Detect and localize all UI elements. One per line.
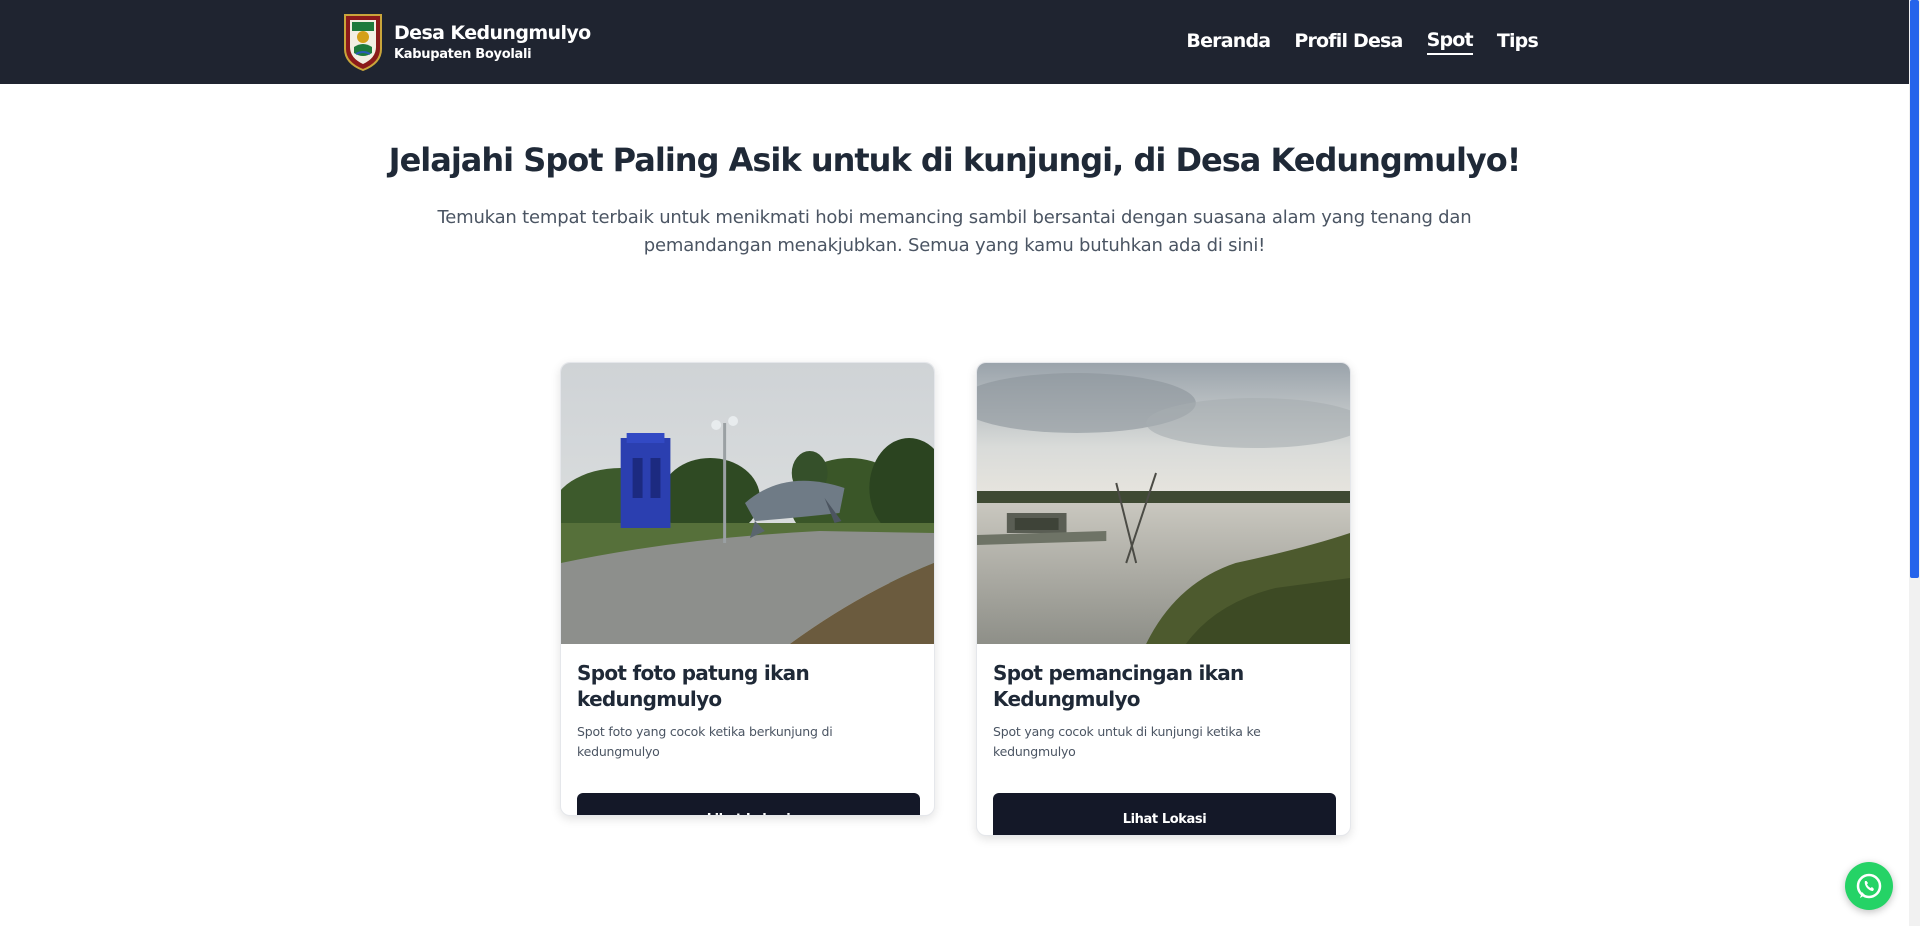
- nav-link-profil-desa[interactable]: Profil Desa: [1294, 30, 1403, 54]
- main-nav: Beranda Profil Desa Spot Tips: [1186, 29, 1539, 55]
- nav-link-tips[interactable]: Tips: [1497, 30, 1539, 54]
- card-title: Spot foto patung ikan kedungmulyo: [577, 661, 810, 711]
- hero-section: Jelajahi Spot Paling Asik untuk di kunju…: [0, 136, 1909, 260]
- hero-description: Temukan tempat terbaik untuk menikmati h…: [437, 207, 1472, 256]
- scrollbar-thumb[interactable]: [1910, 0, 1919, 578]
- nav-link-beranda[interactable]: Beranda: [1186, 30, 1271, 54]
- page-title: Jelajahi Spot Paling Asik untuk di kunju…: [388, 141, 1522, 179]
- village-crest-icon: [344, 14, 382, 71]
- card-description: Spot foto yang cocok ketika berkunjung d…: [577, 724, 833, 759]
- navbar: Desa Kedungmulyo Kabupaten Boyolali Bera…: [0, 0, 1909, 84]
- card-title: Spot pemancingan ikan Kedungmulyo: [993, 661, 1244, 711]
- spot-photo-fish-statue: [561, 363, 934, 644]
- spot-card: Spot foto patung ikan kedungmulyo Spot f…: [560, 362, 935, 816]
- spot-photo-fishing-lake: [977, 363, 1350, 644]
- brand-title: Desa Kedungmulyo: [394, 22, 591, 44]
- card-description: Spot yang cocok untuk di kunjungi ketika…: [993, 724, 1261, 759]
- lihat-lokasi-button[interactable]: Lihat Lokasi: [993, 793, 1336, 835]
- whatsapp-icon: [1856, 873, 1882, 899]
- nav-link-spot[interactable]: Spot: [1426, 29, 1474, 55]
- brand-link[interactable]: Desa Kedungmulyo Kabupaten Boyolali: [342, 13, 591, 71]
- page-scrollbar[interactable]: [1909, 0, 1920, 926]
- whatsapp-button[interactable]: [1845, 862, 1893, 910]
- brand-subtitle: Kabupaten Boyolali: [394, 47, 532, 62]
- lihat-lokasi-button[interactable]: Lihat Lokasi: [577, 793, 920, 815]
- spot-card: Spot pemancingan ikan Kedungmulyo Spot y…: [976, 362, 1351, 836]
